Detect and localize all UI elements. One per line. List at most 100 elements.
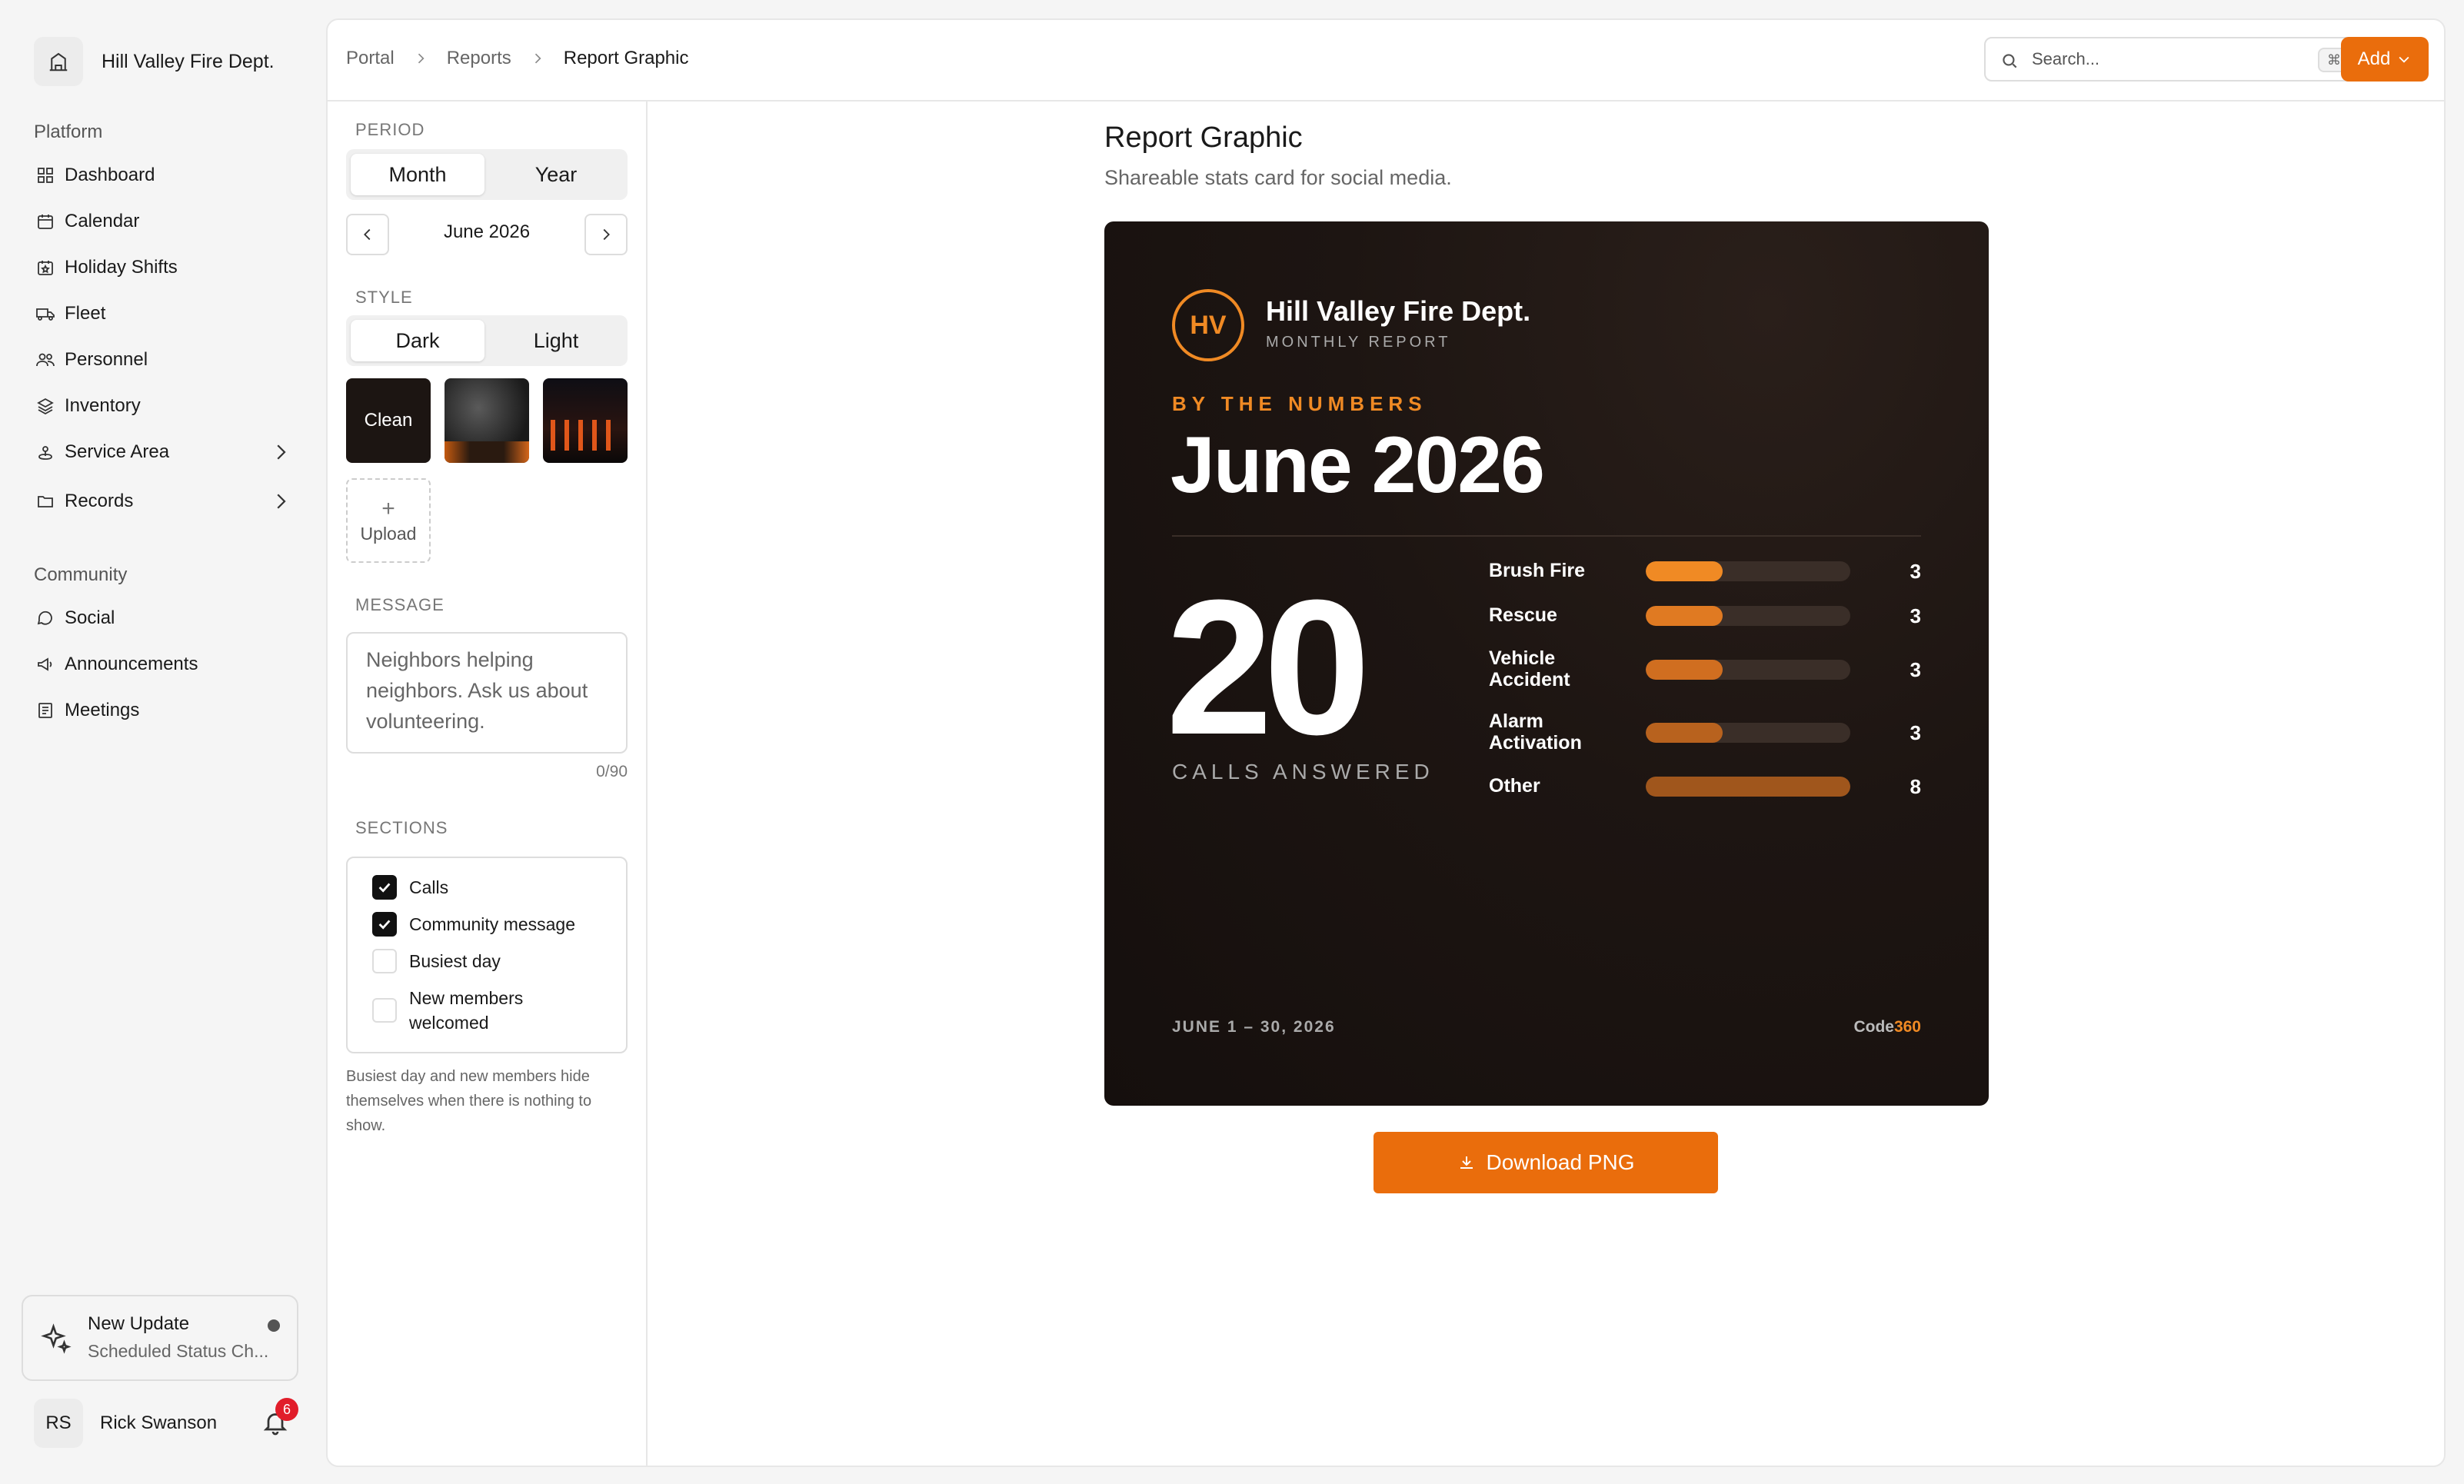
section-label: Community message bbox=[409, 914, 576, 934]
card-divider bbox=[1172, 535, 1921, 537]
message-textarea[interactable]: Neighbors helping neighbors. Ask us abou… bbox=[346, 632, 628, 754]
layers-icon bbox=[34, 394, 57, 418]
upload-background-button[interactable]: + Upload bbox=[346, 478, 431, 563]
sidebar-item-announcements[interactable]: Announcements bbox=[34, 646, 292, 683]
sections-list: Calls Community message Busiest day New … bbox=[346, 857, 628, 1053]
sidebar-item-fleet[interactable]: Fleet bbox=[34, 295, 292, 332]
category-count: 3 bbox=[1910, 658, 1921, 681]
chevron-right-icon bbox=[603, 228, 610, 241]
unread-dot bbox=[268, 1319, 280, 1332]
card-logo: HV bbox=[1172, 289, 1244, 361]
main-panel: Portal Reports Report Graphic Search... … bbox=[326, 18, 2446, 1467]
preview-area: Report Graphic Shareable stats card for … bbox=[648, 101, 2444, 1466]
check-icon bbox=[372, 875, 397, 900]
section-label: New members welcomed bbox=[409, 988, 524, 1033]
chevron-right-icon bbox=[277, 494, 286, 509]
sidebar-item-label: Personnel bbox=[65, 349, 148, 370]
card-org-name: Hill Valley Fire Dept. bbox=[1266, 295, 1531, 327]
category-label: Brush Fire bbox=[1489, 560, 1586, 581]
sidebar-item-service-area[interactable]: Service Area bbox=[34, 434, 292, 471]
chat-icon bbox=[34, 607, 57, 630]
card-total-label: CALLS ANSWERED bbox=[1172, 760, 1434, 784]
sidebar: Hill Valley Fire Dept. Platform Dashboar… bbox=[0, 0, 323, 1484]
card-date-range: JUNE 1 – 30, 2026 bbox=[1172, 1018, 1336, 1036]
folder-icon bbox=[34, 490, 57, 513]
chevron-right-icon bbox=[418, 53, 425, 64]
add-button-label: Add bbox=[2357, 48, 2391, 69]
chevron-down-icon bbox=[2399, 56, 2409, 63]
period-year-option[interactable]: Year bbox=[489, 154, 623, 195]
topbar: Portal Reports Report Graphic Search... … bbox=[328, 20, 2444, 101]
stats-card: HV Hill Valley Fire Dept. MONTHLY REPORT… bbox=[1104, 221, 1989, 1106]
background-smoke-thumb[interactable] bbox=[445, 378, 529, 463]
section-label: Busiest day bbox=[409, 951, 501, 971]
add-button[interactable]: Add bbox=[2341, 37, 2429, 82]
message-counter: 0/90 bbox=[596, 763, 628, 780]
brand-360: 360 bbox=[1893, 1018, 1921, 1036]
community-section-label: Community bbox=[34, 564, 128, 585]
sidebar-item-calendar[interactable]: Calendar bbox=[34, 203, 292, 240]
sidebar-item-personnel[interactable]: Personnel bbox=[34, 341, 292, 378]
breadcrumb: Portal Reports Report Graphic bbox=[346, 48, 689, 69]
category-count: 3 bbox=[1910, 604, 1921, 627]
sidebar-item-dashboard[interactable]: Dashboard bbox=[34, 157, 292, 194]
style-dark-option[interactable]: Dark bbox=[351, 320, 484, 361]
checkbox-empty bbox=[372, 998, 397, 1023]
notes-icon bbox=[34, 699, 57, 722]
category-bar-fill bbox=[1646, 660, 1723, 680]
sidebar-item-label: Service Area bbox=[65, 441, 170, 462]
background-clean-thumb[interactable]: Clean bbox=[346, 378, 431, 463]
category-bar-track bbox=[1646, 777, 1850, 797]
search-input[interactable]: Search... ⌘K bbox=[1984, 37, 2375, 82]
calendar-icon bbox=[34, 210, 57, 233]
period-toggle: Month Year bbox=[346, 149, 628, 200]
prev-period-button[interactable] bbox=[346, 214, 389, 255]
sections-note: Busiest day and new members hide themsel… bbox=[346, 1068, 592, 1134]
sidebar-item-meetings[interactable]: Meetings bbox=[34, 692, 292, 729]
category-bar-track bbox=[1646, 723, 1850, 743]
category-bar-fill bbox=[1646, 606, 1723, 626]
sidebar-item-records[interactable]: Records bbox=[34, 483, 292, 520]
sidebar-item-inventory[interactable]: Inventory bbox=[34, 388, 292, 424]
sparkle-icon bbox=[41, 1323, 72, 1354]
section-calls-checkbox[interactable]: Calls bbox=[372, 875, 448, 900]
download-png-button[interactable]: Download PNG bbox=[1374, 1132, 1718, 1193]
style-label: STYLE bbox=[355, 288, 413, 307]
user-menu[interactable]: RS Rick Swanson bbox=[34, 1398, 217, 1449]
sidebar-item-label: Holiday Shifts bbox=[65, 257, 178, 278]
org-name: Hill Valley Fire Dept. bbox=[102, 50, 275, 72]
sidebar-item-label: Calendar bbox=[65, 211, 140, 231]
period-label: PERIOD bbox=[355, 120, 425, 139]
holiday-icon bbox=[34, 256, 57, 279]
config-panel: PERIOD Month Year June 2026 STYLE Dark L… bbox=[328, 101, 648, 1467]
chevron-right-icon bbox=[277, 444, 286, 460]
org-switcher[interactable]: Hill Valley Fire Dept. bbox=[34, 37, 275, 86]
chevron-right-icon bbox=[534, 53, 541, 64]
sidebar-item-social[interactable]: Social bbox=[34, 600, 292, 637]
checkbox-empty bbox=[372, 949, 397, 973]
notification-count-badge: 6 bbox=[275, 1398, 298, 1421]
sections-label: SECTIONS bbox=[355, 818, 448, 837]
style-light-option[interactable]: Light bbox=[489, 320, 623, 361]
section-new-members-checkbox[interactable]: New members welcomed bbox=[372, 986, 588, 1035]
map-pin-icon bbox=[34, 441, 57, 464]
period-month-option[interactable]: Month bbox=[351, 154, 484, 195]
upload-label: Upload bbox=[360, 523, 417, 544]
category-label: Other bbox=[1489, 775, 1540, 797]
category-count: 3 bbox=[1910, 560, 1921, 583]
category-bar-track bbox=[1646, 606, 1850, 626]
category-bar-fill bbox=[1646, 723, 1723, 743]
breadcrumb-reports[interactable]: Reports bbox=[447, 48, 511, 69]
section-label: Calls bbox=[409, 877, 449, 897]
breadcrumb-portal[interactable]: Portal bbox=[346, 48, 395, 69]
download-label: Download PNG bbox=[1486, 1150, 1635, 1174]
breadcrumb-report-graphic: Report Graphic bbox=[563, 48, 689, 68]
section-community-message-checkbox[interactable]: Community message bbox=[372, 912, 575, 937]
sidebar-item-holiday-shifts[interactable]: Holiday Shifts bbox=[34, 249, 292, 286]
update-card[interactable]: New Update Scheduled Status Ch... bbox=[22, 1295, 298, 1381]
background-night-thumb[interactable] bbox=[543, 378, 628, 463]
next-period-button[interactable] bbox=[584, 214, 628, 255]
category-count: 8 bbox=[1910, 775, 1921, 798]
brand-code: Code bbox=[1853, 1018, 1894, 1036]
section-busiest-day-checkbox[interactable]: Busiest day bbox=[372, 949, 501, 973]
